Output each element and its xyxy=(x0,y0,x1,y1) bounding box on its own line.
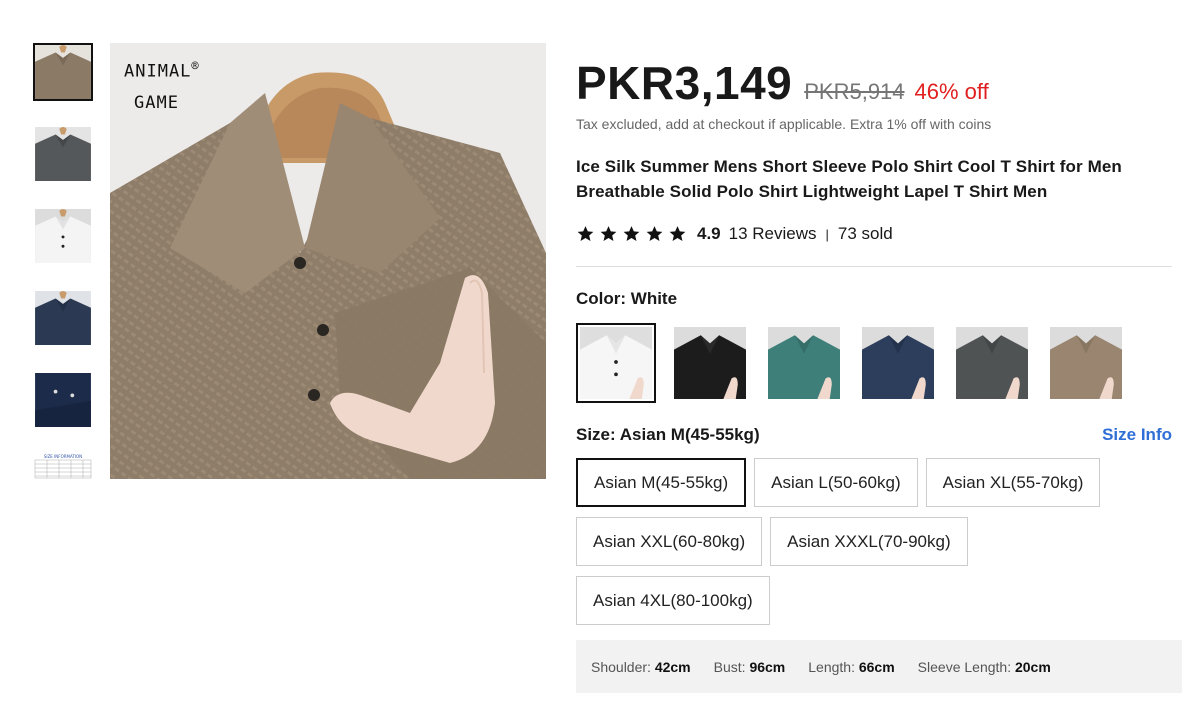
thumbnail-khaki[interactable] xyxy=(33,43,93,101)
measure-value: 20cm xyxy=(1014,658,1051,675)
color-label: Color: xyxy=(576,289,631,308)
black-shirt-swatch xyxy=(674,327,746,399)
color-swatch-gray[interactable] xyxy=(952,323,1032,403)
registered-mark: ® xyxy=(191,59,200,73)
brand-logo: ANIMAL® GAME xyxy=(124,51,200,119)
measure-value: 96cm xyxy=(749,658,786,675)
measure-label: Length: xyxy=(808,658,859,675)
reviews-link[interactable]: 13 Reviews xyxy=(729,224,817,244)
selected-size: Asian M(45-55kg) xyxy=(619,425,760,444)
main-product-image[interactable]: ANIMAL® GAME xyxy=(110,43,546,479)
size-label-row: Size: Asian M(45-55kg) Size Info xyxy=(576,425,1172,445)
star-icon xyxy=(623,226,640,241)
star-icon xyxy=(577,226,594,241)
measure-label: Bust: xyxy=(713,658,750,675)
thumbnail-size-chart[interactable]: SIZE INFORMATION xyxy=(33,453,93,479)
navy-shirt-image xyxy=(35,291,91,345)
original-price: PKR5,914 xyxy=(804,79,905,104)
price-row: PKR3,149 PKR5,914 46% off xyxy=(576,56,1176,110)
divider xyxy=(576,266,1172,267)
thumbnail-navy[interactable] xyxy=(33,289,93,347)
brand-name-line1: ANIMAL xyxy=(124,61,192,82)
size-chart-image: SIZE INFORMATION xyxy=(33,453,93,479)
brand-name-line2: GAME xyxy=(134,92,179,113)
measure-length: Length: 66cm xyxy=(808,659,894,675)
color-swatches xyxy=(576,323,1176,403)
thumbnail-strip: SIZE INFORMATION xyxy=(33,43,95,503)
color-swatch-navy[interactable] xyxy=(858,323,938,403)
thumbnail-gray[interactable] xyxy=(33,125,93,183)
color-swatch-khaki[interactable] xyxy=(1046,323,1126,403)
size-option-l[interactable]: Asian L(50-60kg) xyxy=(754,458,918,507)
thumbnail-white[interactable] xyxy=(33,207,93,265)
current-price: PKR3,149 xyxy=(576,57,793,109)
product-title: Ice Silk Summer Mens Short Sleeve Polo S… xyxy=(576,157,1122,201)
measure-sleeve-length: Sleeve Length: 20cm xyxy=(918,659,1051,675)
rating-separator: | xyxy=(825,226,829,242)
measure-bust: Bust: 96cm xyxy=(714,659,786,675)
size-measurements: Shoulder: 42cm Bust: 96cm Length: 66cm S… xyxy=(576,640,1182,693)
color-swatch-teal[interactable] xyxy=(764,323,844,403)
size-options: Asian M(45-55kg) Asian L(50-60kg) Asian XL… xyxy=(576,458,1176,635)
measure-value: 66cm xyxy=(858,658,895,675)
tax-note: Tax excluded, add at checkout if applica… xyxy=(576,116,992,132)
white-shirt-image xyxy=(35,209,91,263)
star-icon xyxy=(669,226,686,241)
gray-shirt-swatch xyxy=(956,327,1028,399)
teal-shirt-swatch xyxy=(768,327,840,399)
sold-count: 73 sold xyxy=(837,224,893,243)
discount-badge: 46% off xyxy=(914,79,989,104)
measure-label: Shoulder: xyxy=(591,658,655,675)
size-option-m[interactable]: Asian M(45-55kg) xyxy=(576,458,747,507)
gray-shirt-image xyxy=(35,127,91,181)
star-icon xyxy=(600,226,617,241)
white-shirt-swatch xyxy=(580,327,652,399)
product-info-panel: PKR3,149 PKR5,914 46% off Tax excluded, … xyxy=(576,56,1176,635)
rating-row: 4.9 13 Reviews | 73 sold xyxy=(576,224,1176,244)
size-option-4xl[interactable]: Asian 4XL(80-100kg) xyxy=(576,576,770,625)
dark-navy-shirt-image xyxy=(35,373,91,427)
rating-value: 4.9 xyxy=(697,224,721,243)
color-swatch-black[interactable] xyxy=(670,323,750,403)
thumbnail-dark-navy[interactable] xyxy=(33,371,93,429)
measure-label: Sleeve Length: xyxy=(917,658,1015,675)
selected-color: White xyxy=(630,289,678,308)
measure-shoulder: Shoulder: 42cm xyxy=(591,659,691,675)
navy-shirt-swatch xyxy=(862,327,934,399)
size-option-xxxl[interactable]: Asian XXXL(70-90kg) xyxy=(770,517,968,566)
size-option-xl[interactable]: Asian XL(55-70kg) xyxy=(925,458,1101,507)
measure-value: 42cm xyxy=(654,658,691,675)
color-label-row: Color: White xyxy=(576,289,1172,309)
size-option-xxl[interactable]: Asian XXL(60-80kg) xyxy=(576,517,763,566)
size-label: Size: xyxy=(576,425,620,444)
color-swatch-white[interactable] xyxy=(576,323,656,403)
khaki-shirt-image xyxy=(35,45,91,99)
khaki-shirt-swatch xyxy=(1050,327,1122,399)
star-icon xyxy=(646,226,663,241)
size-info-link[interactable]: Size Info xyxy=(1102,425,1172,445)
size-chart-label: SIZE INFORMATION xyxy=(44,454,82,459)
rating-stars xyxy=(576,225,687,243)
